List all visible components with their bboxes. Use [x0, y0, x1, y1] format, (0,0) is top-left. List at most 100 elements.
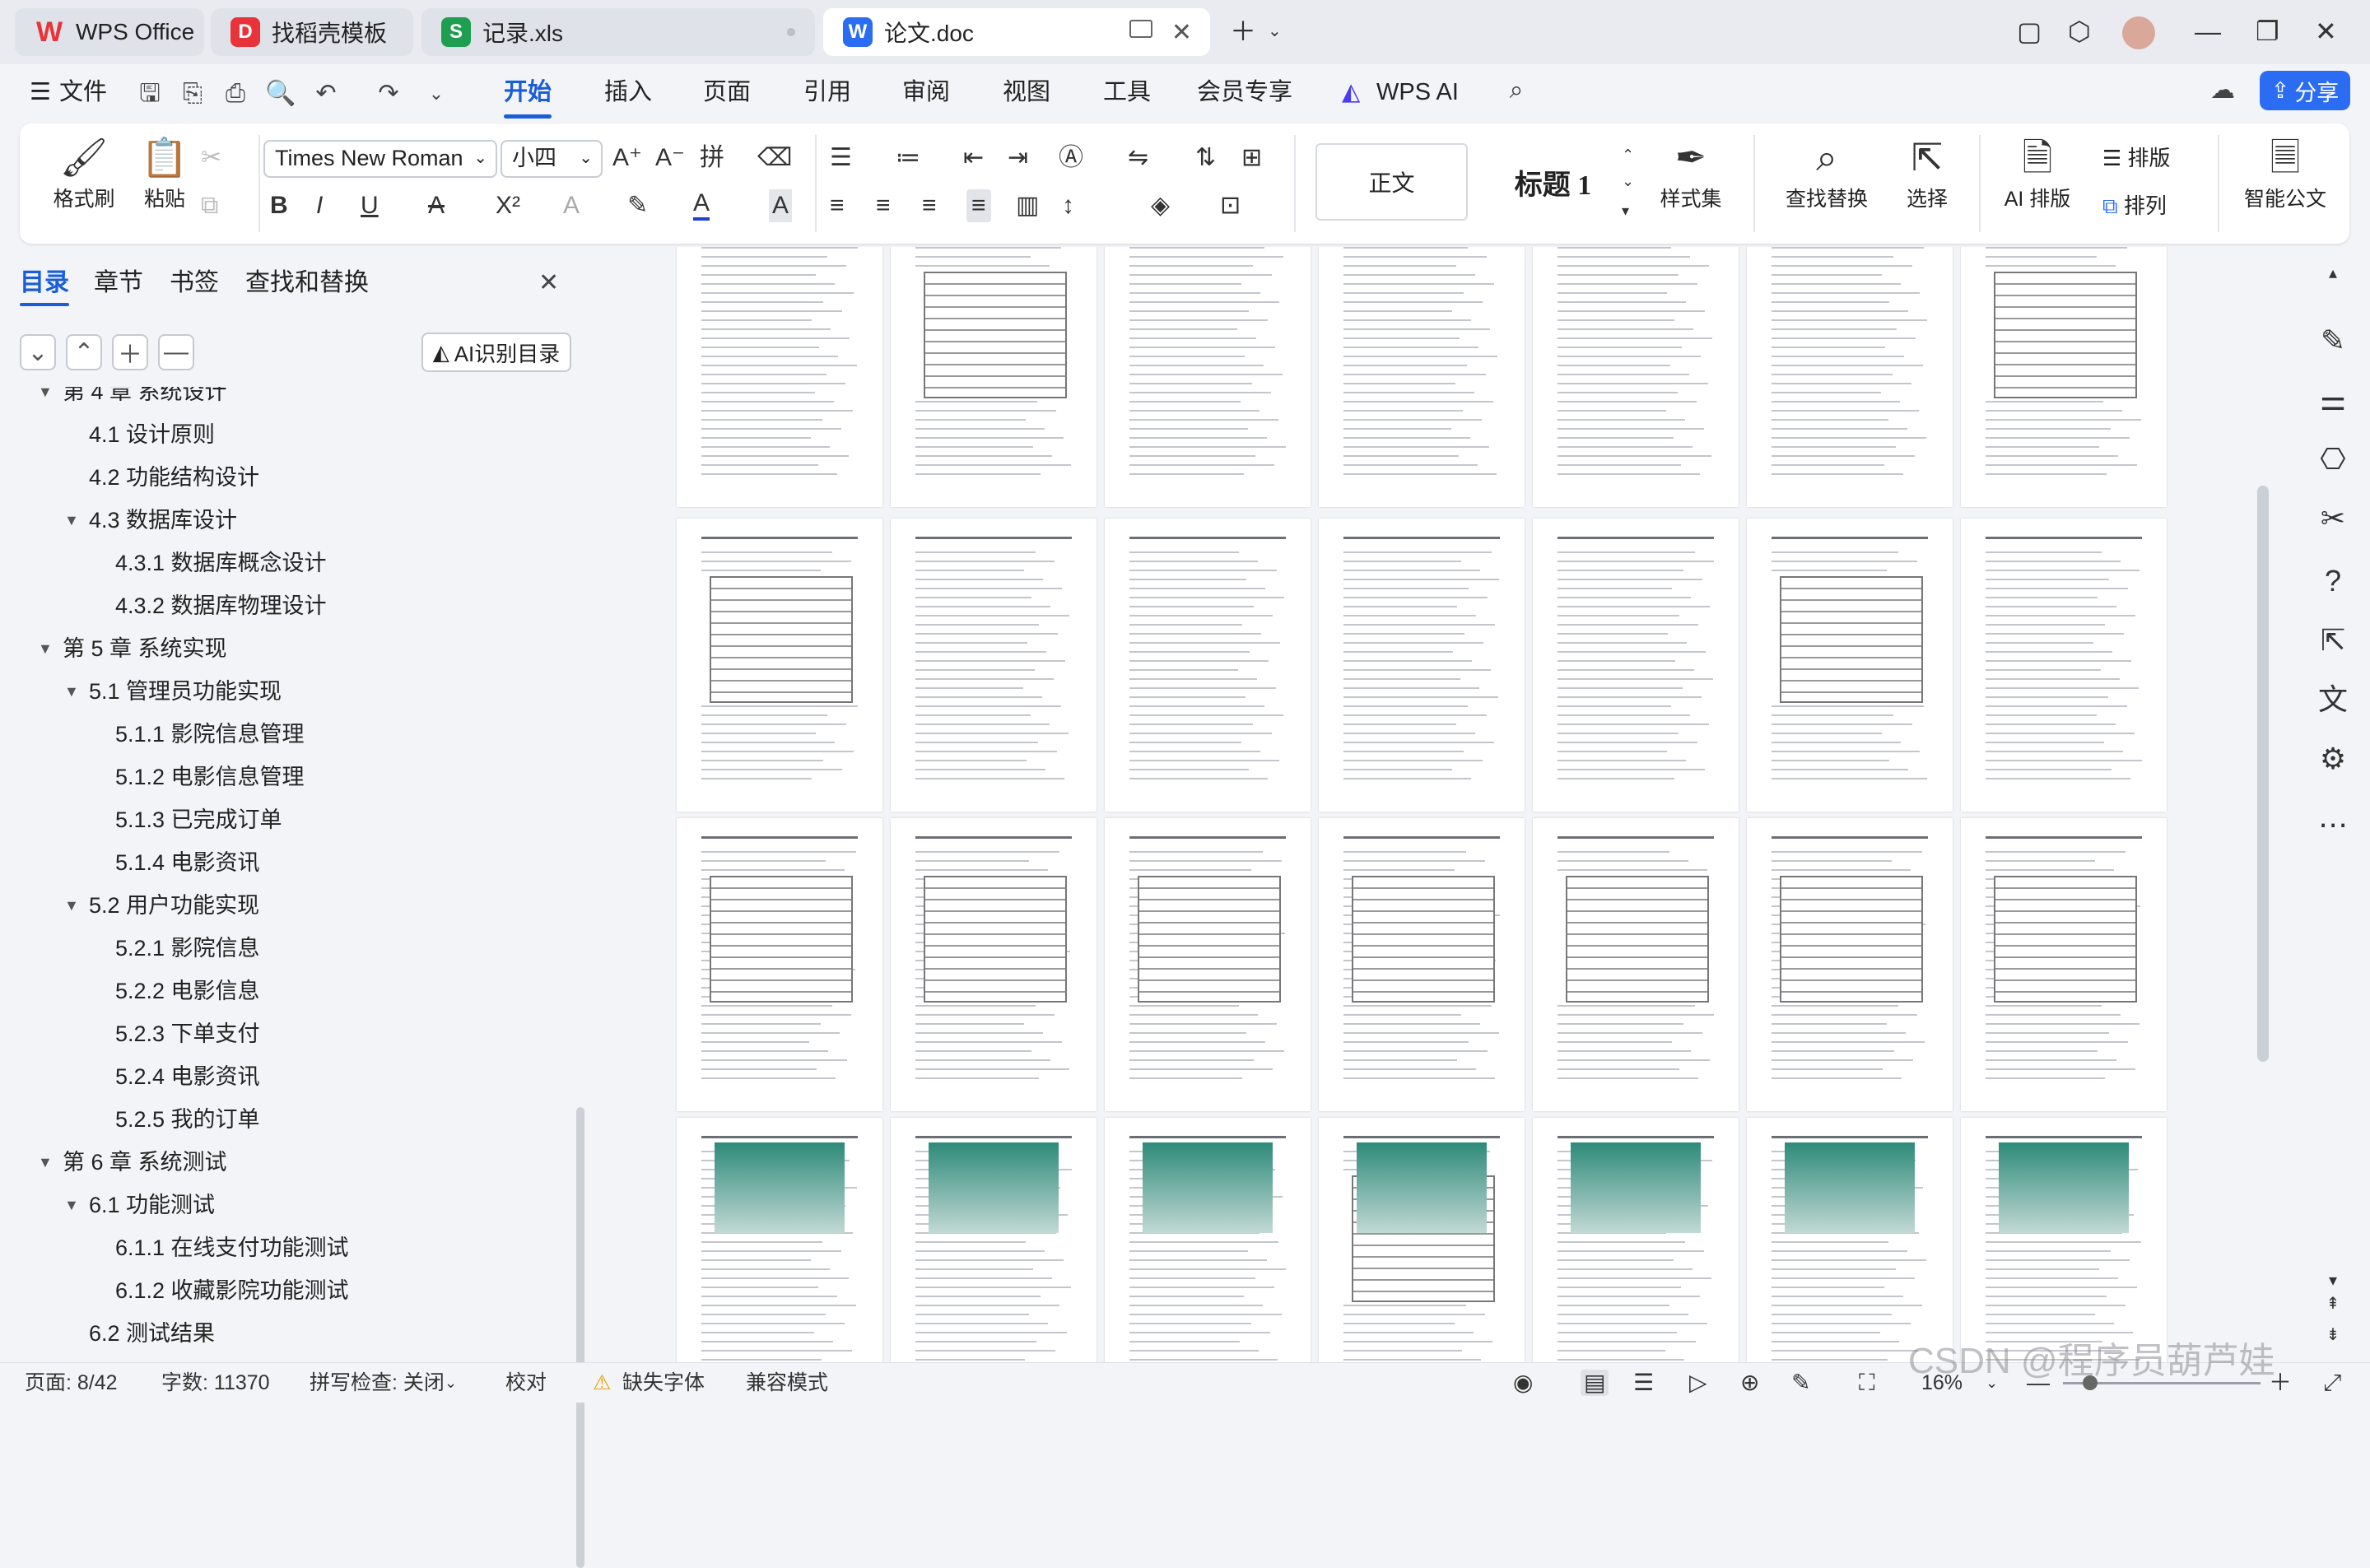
image-tool-icon[interactable]: ⎔ — [2315, 441, 2351, 477]
translate-icon[interactable]: 文 — [2315, 682, 2351, 718]
menu-home[interactable]: 开始 — [504, 76, 552, 119]
page-thumbnail[interactable] — [1319, 818, 1525, 1111]
menu-review[interactable]: 审阅 — [902, 76, 950, 109]
toc-item[interactable]: 5.1.1 影院信息管理 — [115, 713, 305, 756]
paragraph-settings-icon[interactable]: ⇋ — [1128, 142, 1148, 174]
write-mode-icon[interactable]: ✎ — [1791, 1370, 1810, 1396]
char-shading-icon[interactable]: A — [769, 189, 793, 222]
page-thumbnail[interactable] — [891, 519, 1097, 812]
toc-item[interactable]: 5.2.2 电影信息 — [115, 970, 260, 1012]
smart-doc-button[interactable]: 🗏 智能公文 — [2234, 132, 2336, 212]
line-spacing-icon[interactable]: ↕ — [1062, 189, 1074, 222]
expand-down-icon[interactable]: ⌄ — [20, 334, 56, 370]
toc-item[interactable]: 4.3 数据库设计 — [89, 499, 237, 542]
page-thumbnail[interactable] — [677, 247, 882, 507]
page-thumbnail[interactable] — [891, 1118, 1097, 1362]
toc-item[interactable]: 5.2.5 我的订单 — [115, 1098, 260, 1141]
increase-font-icon[interactable]: A⁺ — [612, 142, 642, 174]
menu-vip[interactable]: 会员专享 — [1197, 76, 1292, 109]
restore-icon[interactable]: ❐ — [2256, 15, 2279, 48]
outline-view-icon[interactable]: ☰ — [1633, 1370, 1654, 1396]
page-thumbnail[interactable] — [1533, 247, 1739, 507]
page-thumbnail[interactable] — [1105, 1118, 1311, 1362]
page-thumbnail[interactable] — [1319, 1118, 1525, 1362]
minimize-icon[interactable]: — — [2195, 15, 2221, 48]
tab-list-chevron-icon[interactable]: ⌄ — [1268, 15, 1282, 48]
remove-level-icon[interactable]: — — [158, 334, 194, 370]
page-thumbnail[interactable] — [1105, 818, 1311, 1111]
ai-layout-button[interactable]: 🗎 AI 排版 — [1992, 132, 2083, 212]
page-view-icon[interactable]: ▤ — [1581, 1370, 1609, 1396]
increase-indent-icon[interactable]: ⇥ — [1008, 142, 1028, 174]
page-thumbnail[interactable] — [1747, 1118, 1953, 1362]
window-layout-icon[interactable]: ▢ — [2017, 15, 2042, 48]
underline-icon[interactable]: U — [361, 189, 379, 222]
page-thumbnail[interactable] — [891, 247, 1097, 507]
undo-icon[interactable]: ↶ — [313, 81, 339, 107]
find-replace-button[interactable]: ⌕ 查找替换 — [1773, 132, 1880, 212]
numbered-list-icon[interactable]: ≔ — [896, 142, 920, 174]
tab-records-xls[interactable]: S 记录.xls — [421, 8, 815, 56]
style-heading-1[interactable]: 标题 1 — [1477, 143, 1629, 221]
page-indicator[interactable]: 页面: 8/42 — [25, 1370, 118, 1396]
show-marks-icon[interactable]: ⊞ — [1241, 142, 1262, 174]
page-thumbnail[interactable] — [677, 519, 882, 812]
toc-collapse-triangle-icon[interactable]: ▼ — [38, 387, 53, 413]
add-level-icon[interactable]: ＋ — [112, 334, 148, 370]
toc-item[interactable]: 6.2 测试结果 — [89, 1312, 215, 1355]
search-icon[interactable]: ⌕ — [1503, 77, 1530, 104]
toc-item[interactable]: 6.1.2 收藏影院功能测试 — [115, 1269, 349, 1312]
shading-fill-icon[interactable]: ◈ — [1151, 189, 1170, 222]
page-thumbnail[interactable] — [891, 818, 1097, 1111]
borders-icon[interactable]: ⊡ — [1220, 189, 1241, 222]
text-direction-icon[interactable]: Ⓐ — [1059, 142, 1083, 174]
close-tab-icon[interactable]: ✕ — [1171, 18, 1192, 47]
toc-item[interactable]: 第 4 章 系统设计 — [63, 387, 227, 413]
page-thumbnail[interactable] — [1533, 519, 1739, 812]
page-thumbnail[interactable] — [1961, 247, 2167, 507]
toc-collapse-triangle-icon[interactable]: ▼ — [64, 670, 79, 713]
menu-view[interactable]: 视图 — [1003, 76, 1050, 109]
cube-icon[interactable]: ⬡ — [2068, 15, 2091, 48]
page-thumbnail[interactable] — [1961, 1118, 2167, 1362]
toc-item[interactable]: 4.3.1 数据库概念设计 — [115, 542, 327, 584]
page-thumbnail[interactable] — [1961, 818, 2167, 1111]
redo-icon[interactable]: ↷ — [375, 81, 402, 107]
document-canvas[interactable] — [589, 247, 2264, 1362]
share-button[interactable]: ⇪ 分享 — [2260, 71, 2350, 110]
sort-icon[interactable]: ⇅ — [1195, 142, 1216, 174]
toc-item[interactable]: 5.1.2 电影信息管理 — [115, 756, 305, 798]
fullscreen-icon[interactable]: ⤢ — [2323, 1370, 2341, 1396]
panel-scrollbar[interactable] — [576, 1107, 584, 1568]
save-icon[interactable]: 🖫 — [137, 81, 163, 107]
highlight-icon[interactable]: ✎ — [627, 189, 648, 222]
format-painter-button[interactable]: 🖌 格式刷 — [43, 132, 125, 212]
monitor-icon[interactable] — [1129, 20, 1152, 38]
next-page-icon[interactable]: ⇟ — [2315, 1317, 2351, 1353]
toc-collapse-triangle-icon[interactable]: ▼ — [64, 1184, 79, 1226]
spell-check-toggle[interactable]: 拼写检查: 关闭 — [310, 1370, 445, 1396]
edit-pen-icon[interactable]: ✎ — [2315, 323, 2351, 359]
close-window-icon[interactable]: ✕ — [2315, 15, 2337, 48]
word-count[interactable]: 字数: 11370 — [161, 1370, 270, 1396]
menu-page[interactable]: 页面 — [703, 76, 751, 109]
toc-item[interactable]: 第 6 章 系统测试 — [63, 1141, 227, 1184]
phonetic-guide-icon[interactable]: 拼 — [700, 142, 724, 174]
tab-bookmarks[interactable]: 书签 — [170, 267, 219, 300]
layout-button[interactable]: ☰ 排版 — [2102, 142, 2171, 172]
page-thumbnail[interactable] — [1961, 519, 2167, 812]
cloud-upload-icon[interactable]: ☁ — [2209, 77, 2236, 104]
web-view-icon[interactable]: ⊕ — [1740, 1370, 1759, 1396]
justify-icon[interactable]: ≡ — [966, 189, 991, 222]
toc-item[interactable]: 5.1 管理员功能实现 — [89, 670, 282, 713]
toc-item[interactable]: 4.2 功能结构设计 — [89, 456, 259, 499]
toc-collapse-triangle-icon[interactable]: ▼ — [64, 884, 79, 927]
toc-item[interactable]: 5.2 用户功能实现 — [89, 884, 259, 927]
font-name-select[interactable]: Times New Roman ⌄ — [263, 140, 497, 178]
page-thumbnail[interactable] — [1747, 519, 1953, 812]
toc-item[interactable]: 6.1 功能测试 — [89, 1184, 215, 1226]
collapse-up-icon[interactable]: ⌃ — [66, 334, 102, 370]
cut-icon[interactable]: ✂ — [201, 142, 221, 174]
style-normal[interactable]: 正文 — [1315, 143, 1468, 221]
italic-icon[interactable]: I — [316, 189, 323, 222]
